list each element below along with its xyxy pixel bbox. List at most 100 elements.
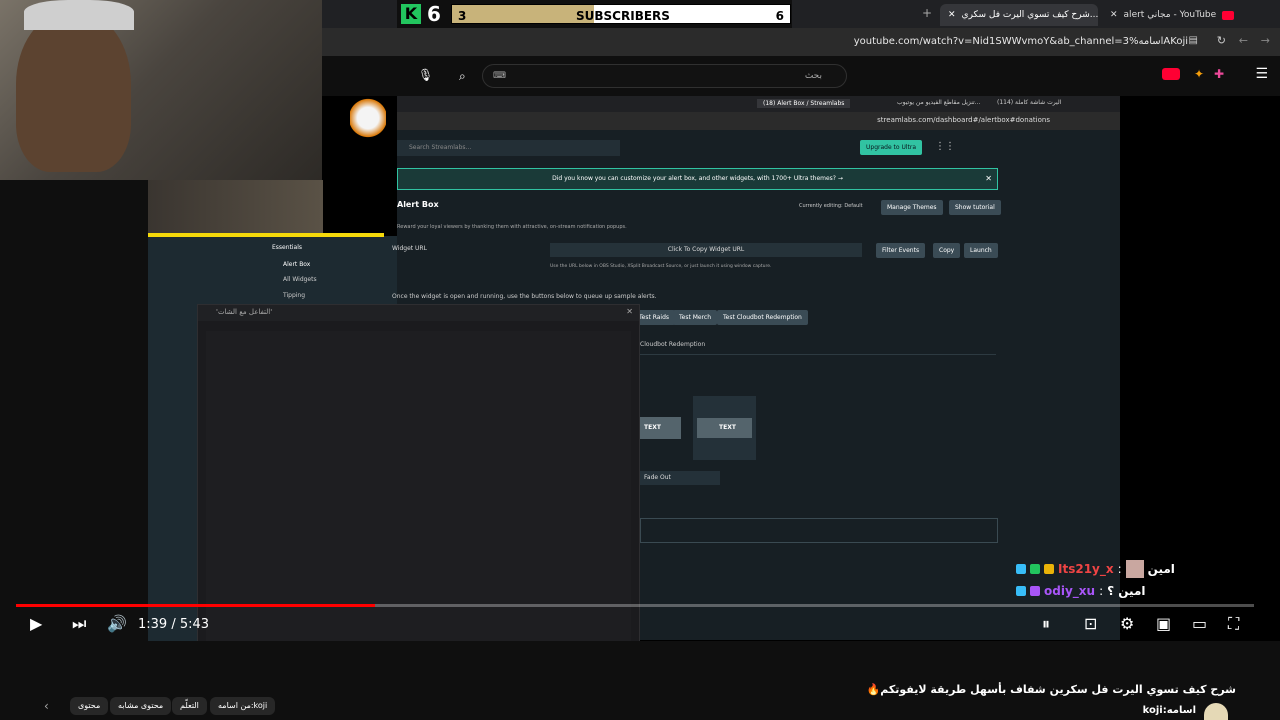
reload-icon[interactable]: ↻: [1217, 34, 1226, 47]
theater-icon[interactable]: ▭: [1192, 614, 1207, 633]
volume-icon[interactable]: 🔊: [107, 614, 127, 633]
address-bar[interactable]: youtube.com/watch?v=Nid1SWWvmoY&ab_chann…: [322, 28, 1280, 56]
video-title: شرح كيف تسوي اليرت فل سكرين شفاف بأسهل ط…: [866, 683, 1236, 696]
settings-icon[interactable]: ⚙: [1120, 614, 1134, 633]
goal-label: SUBSCRIBERS: [576, 9, 670, 23]
widget-url-field[interactable]: Click To Copy Widget URL: [550, 243, 862, 257]
tab-current-video[interactable]: ✕ شرح كيف تسوي اليرت فل سكري...: [940, 4, 1098, 26]
chip[interactable]: محتوى مشابه: [110, 697, 172, 715]
badge-icon: [1016, 564, 1026, 574]
streamlabs-search[interactable]: Search Streamlabs...: [397, 140, 620, 156]
upgrade-ultra-button[interactable]: Upgrade to Ultra: [860, 140, 923, 155]
close-icon[interactable]: ✕: [1110, 10, 1118, 20]
show-tutorial-button[interactable]: Show tutorial: [949, 200, 1001, 215]
new-tab-icon[interactable]: +: [922, 6, 932, 20]
sidebar-item-tipping[interactable]: Tipping: [283, 292, 305, 299]
goal-target: 6: [775, 9, 784, 23]
channel-name[interactable]: koji:اسامه: [1143, 705, 1196, 716]
filter-events-button[interactable]: Filter Events: [876, 243, 926, 258]
streamer-face: [16, 12, 131, 172]
goal-current: 3: [458, 9, 467, 23]
chip[interactable]: محتوى: [70, 697, 109, 715]
badge-icon: [1016, 586, 1026, 596]
live-chat-message: Its21y_x : امين: [1016, 560, 1175, 578]
url-text: youtube.com/watch?v=Nid1SWWvmoY&ab_chann…: [853, 36, 1188, 47]
reader-icon[interactable]: ▤: [1189, 35, 1198, 46]
back-icon[interactable]: ←: [1239, 34, 1248, 47]
cap: [24, 0, 134, 30]
keyboard-icon[interactable]: ⌨: [493, 71, 506, 81]
goal-progress: 3 SUBSCRIBERS 6: [451, 4, 791, 24]
chat-window: 'التفاعل مع الشات' ✕ Its21y_x : امين odi…: [197, 304, 640, 694]
fullscreen-icon[interactable]: ⛶: [1228, 614, 1239, 634]
close-icon[interactable]: ✕: [626, 307, 633, 316]
apps-grid-icon[interactable]: ⋮⋮: [935, 141, 955, 152]
badge-icon: [1030, 564, 1040, 574]
second-camera-overlay: [148, 180, 323, 236]
below-video-area: شرح كيف تسوي اليرت فل سكرين شفاف بأسهل ط…: [0, 641, 1280, 720]
inner-address-bar[interactable]: streamlabs.com/dashboard#/alertbox#donat…: [397, 112, 1120, 130]
close-icon[interactable]: ✕: [948, 10, 956, 20]
search-input[interactable]: ⌕ ⌨ بحث: [459, 64, 847, 88]
youtube-header: 🎙 ⌕ ⌨ بحث ✦ ✚ ☰: [322, 56, 1280, 96]
tab-cloudbot-redemption[interactable]: Cloudbot Redemption: [640, 341, 705, 348]
chat-body: [206, 331, 631, 649]
forward-icon[interactable]: →: [1261, 34, 1270, 47]
sidebar-item-all-widgets[interactable]: All Widgets: [283, 276, 317, 283]
chip[interactable]: التعلّم: [172, 697, 207, 715]
badge-icon: [1044, 564, 1054, 574]
search-icon[interactable]: ⌕: [459, 69, 466, 84]
url-hint: Use the URL below in OBS Studio, XSplit …: [550, 264, 772, 269]
layout-text-option-1[interactable]: TEXT: [640, 417, 681, 439]
mic-icon[interactable]: 🎙: [418, 68, 433, 82]
layout-option-2[interactable]: TEXT: [693, 396, 756, 460]
inner-tab-download[interactable]: تنزيل مقاطع الفيديو من يوتيوب...: [897, 99, 980, 106]
themes-banner[interactable]: Did you know you can customize your aler…: [397, 168, 998, 190]
tab-alert-youtube[interactable]: ✕ alert مجاني - YouTube: [1102, 4, 1262, 26]
avatar: [1125, 560, 1144, 578]
chip[interactable]: من اسامه:koji: [210, 697, 276, 715]
chat-header: 'التفاعل مع الشات' ✕: [198, 305, 639, 321]
koji-count: 6: [427, 2, 441, 26]
page-description: Reward your loyal viewers by thanking th…: [397, 224, 627, 230]
chevron-left-icon[interactable]: ‹: [44, 699, 49, 713]
puzzle-icon[interactable]: ✚: [1214, 67, 1224, 81]
message-template-input[interactable]: [640, 518, 998, 543]
sidebar-item-essentials[interactable]: Essentials: [272, 244, 302, 251]
eagle-logo: [350, 98, 386, 138]
next-icon[interactable]: ⏭: [72, 614, 86, 634]
webcam-overlay: [0, 0, 322, 180]
play-icon[interactable]: ▶: [30, 614, 42, 633]
goal-fill: [452, 5, 594, 23]
extension-icon[interactable]: ✦: [1194, 67, 1204, 81]
inner-tab-streamlabs[interactable]: (18) Alert Box / Streamlabs: [757, 99, 851, 108]
sidebar-item-alert-box[interactable]: Alert Box: [283, 261, 310, 268]
page-title: Alert Box: [397, 200, 439, 209]
video-progress-bar[interactable]: [16, 604, 1254, 607]
live-chat-message: odiy_xu : امين ؟: [1016, 584, 1146, 598]
time-display: 1:39 / 5:43: [138, 617, 210, 632]
close-icon[interactable]: ✕: [985, 169, 992, 189]
test-merch-button[interactable]: Test Merch: [673, 310, 718, 325]
channel-avatar[interactable]: [1204, 703, 1228, 720]
miniplayer-icon[interactable]: ▣: [1156, 614, 1171, 633]
animation-select[interactable]: Fade Out: [640, 471, 720, 485]
badge-icon: [1030, 586, 1040, 596]
subtitles-icon[interactable]: ⊡: [1084, 614, 1097, 633]
manage-themes-button[interactable]: Manage Themes: [881, 200, 943, 215]
inner-tab-strip: (18) Alert Box / Streamlabs (114) اليرت …: [397, 96, 1120, 112]
menu-icon[interactable]: ☰: [1255, 66, 1268, 82]
progress-played: [16, 604, 376, 607]
launch-button[interactable]: Launch: [964, 243, 998, 258]
widget-url-label: Widget URL: [392, 245, 427, 252]
queue-hint: Once the widget is open and running, use…: [392, 293, 657, 300]
pause-autoplay-icon[interactable]: ⏸: [1042, 614, 1050, 634]
subscriber-goal-bar: K 6 3 SUBSCRIBERS 6: [397, 0, 792, 28]
copy-button[interactable]: Copy: [933, 243, 961, 258]
test-cloudbot-button[interactable]: Test Cloudbot Redemption: [717, 310, 808, 325]
divider: [640, 354, 996, 355]
inner-tab-youtube[interactable]: (114) اليرت شاشة كاملة: [997, 99, 1061, 106]
youtube-logo-icon[interactable]: [1162, 68, 1180, 80]
koji-logo-icon: K: [401, 4, 421, 24]
overlay-divider: [148, 233, 384, 237]
